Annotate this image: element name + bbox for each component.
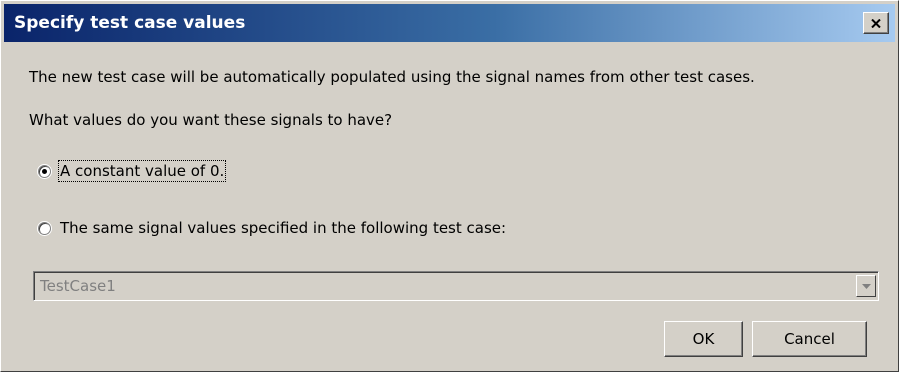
dialog-window: Specify test case values The new test ca…	[0, 0, 899, 372]
test-case-dropdown-value: TestCase1	[40, 277, 116, 295]
radio-same-signal-values-label: The same signal values specified in the …	[60, 219, 507, 237]
radio-constant-value-label: A constant value of 0.	[57, 160, 227, 182]
dialog-title: Specify test case values	[14, 13, 246, 33]
test-case-dropdown[interactable]: TestCase1	[33, 271, 879, 301]
radio-constant-value[interactable]: A constant value of 0.	[38, 160, 227, 182]
chevron-down-icon	[861, 283, 871, 289]
radio-same-signal-values[interactable]: The same signal values specified in the …	[38, 217, 507, 239]
question-text: What values do you want these signals to…	[29, 111, 393, 129]
cancel-button[interactable]: Cancel	[752, 321, 867, 357]
description-text: The new test case will be automatically …	[29, 68, 755, 86]
radio-button-checked[interactable]	[38, 164, 51, 178]
close-button[interactable]	[863, 12, 889, 34]
radio-button-unchecked[interactable]	[38, 221, 51, 235]
title-bar[interactable]: Specify test case values	[4, 4, 895, 42]
close-icon	[871, 18, 881, 28]
dropdown-arrow-button[interactable]	[856, 275, 876, 297]
ok-button[interactable]: OK	[664, 321, 743, 357]
